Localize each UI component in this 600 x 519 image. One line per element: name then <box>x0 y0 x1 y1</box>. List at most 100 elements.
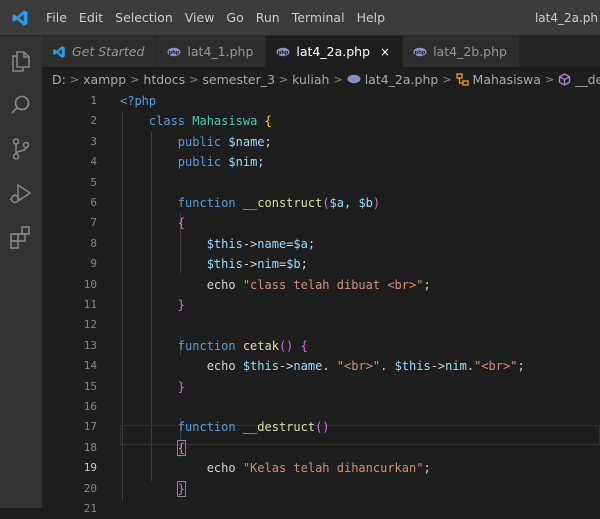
breadcrumb-item[interactable]: __destruct <box>575 72 600 87</box>
line-number: 19 <box>83 461 97 475</box>
php-file-icon <box>347 74 361 84</box>
breadcrumb-item[interactable]: lat4_2a.php <box>365 72 439 87</box>
code-editor[interactable]: 1 <?php 2 class Mahasiswa { 3 public $nam… <box>42 91 600 515</box>
tab-label: lat4_2a.php <box>296 44 371 59</box>
code-line: 15 } <box>42 377 600 397</box>
menu-run[interactable]: Run <box>250 0 286 36</box>
code-text: $this->name=$a; <box>206 236 316 251</box>
line-number: 3 <box>90 134 97 148</box>
line-number: 18 <box>83 440 97 454</box>
menu-bar: File Edit Selection View Go Run Terminal… <box>0 0 600 36</box>
menu-edit[interactable]: Edit <box>73 0 109 36</box>
php-file-icon: php <box>276 47 290 57</box>
run-debug-icon[interactable] <box>8 180 34 206</box>
line-number: 6 <box>90 196 97 209</box>
code-text: echo "Kelas telah dihancurkan"; <box>120 461 431 476</box>
svg-text:php: php <box>415 50 426 56</box>
breadcrumb-item[interactable]: semester_3 <box>202 72 275 87</box>
code-text: } <box>177 379 186 394</box>
chevron-right-icon: > <box>130 72 140 86</box>
code-text: } <box>177 298 186 312</box>
code-text: function __construct($a, $b) <box>177 196 381 210</box>
code-text: <?php <box>120 94 157 108</box>
line-number: 9 <box>90 257 97 271</box>
line-number: 7 <box>90 216 97 230</box>
code-line: 20 } <box>42 479 600 499</box>
line-number: 12 <box>83 318 97 332</box>
menu-help[interactable]: Help <box>351 0 392 36</box>
breadcrumb-item[interactable]: xampp <box>83 72 126 87</box>
breadcrumb: D: > xampp > htdocs > semester_3 > kulia… <box>42 67 600 91</box>
code-text: { <box>176 439 187 456</box>
code-line: 4 public $nim; <box>42 152 600 172</box>
tab-lat4-2b[interactable]: php lat4_2b.php <box>403 36 520 67</box>
chevron-right-icon: > <box>189 72 199 86</box>
vscode-logo-icon <box>52 45 66 59</box>
tab-get-started[interactable]: Get Started <box>42 36 158 67</box>
line-number: 21 <box>83 502 97 515</box>
menu-view[interactable]: View <box>179 0 221 36</box>
code-text: public $nim; <box>177 155 265 170</box>
tab-lat4-1[interactable]: php lat4_1.php <box>157 36 267 67</box>
code-line: 9 $this->nim=$b; <box>42 254 600 274</box>
line-number: 4 <box>90 155 97 169</box>
code-line: 17 function __destruct() <box>42 417 600 437</box>
code-text: } <box>176 480 187 497</box>
activity-bar <box>0 36 42 508</box>
chevron-right-icon: > <box>69 72 80 86</box>
line-number: 15 <box>83 379 97 393</box>
code-text: echo "class telah dibuat <br>"; <box>120 277 431 292</box>
tab-label: lat4_2b.php <box>433 44 507 59</box>
line-number: 10 <box>83 277 97 291</box>
menu-terminal[interactable]: Terminal <box>286 0 351 36</box>
breadcrumb-item[interactable]: Mahasiswa <box>473 72 541 87</box>
line-number: 13 <box>83 338 97 352</box>
editor-tabs: Get Started php lat4_1.php php lat4_2a.p… <box>42 36 600 67</box>
tab-label: Get Started <box>72 44 145 59</box>
svg-text:php: php <box>278 50 289 56</box>
method-symbol-icon <box>558 72 571 86</box>
extensions-icon[interactable] <box>8 224 34 250</box>
line-number: 14 <box>83 359 97 373</box>
code-line: 1 <?php <box>42 91 600 111</box>
menu-go[interactable]: Go <box>220 0 249 36</box>
code-text: public $name; <box>177 134 272 149</box>
breadcrumb-item[interactable]: kuliah <box>292 72 329 87</box>
code-line: 21 <box>42 499 600 519</box>
tab-lat4-2a[interactable]: php lat4_2a.php × <box>266 36 404 67</box>
close-icon[interactable]: × <box>380 45 390 59</box>
chevron-right-icon: > <box>442 72 452 86</box>
code-text: function cetak() { <box>177 338 308 353</box>
line-number: 5 <box>90 175 97 189</box>
search-icon[interactable] <box>8 92 34 118</box>
php-file-icon: php <box>167 47 181 57</box>
code-line: 7 { <box>42 213 600 233</box>
code-line: 5 <box>42 173 600 193</box>
code-text: class Mahasiswa { <box>148 114 272 129</box>
menu-file[interactable]: File <box>40 0 73 36</box>
window-title: lat4_2a.ph <box>534 11 598 25</box>
code-line: 6 function __construct($a, $b) <box>42 193 600 213</box>
chevron-right-icon: > <box>333 72 343 86</box>
line-number: 16 <box>83 400 97 413</box>
php-file-icon: php <box>413 47 427 57</box>
tab-label: lat4_1.php <box>187 44 254 59</box>
vscode-logo-icon <box>0 0 40 36</box>
code-line: 13 function cetak() { <box>42 336 600 356</box>
class-symbol-icon <box>455 72 469 86</box>
code-line: 3 public $name; <box>42 132 600 152</box>
source-control-icon[interactable] <box>8 136 34 162</box>
code-line: 10 echo "class telah dibuat <br>"; <box>42 275 600 295</box>
code-line: 18 { <box>42 438 600 458</box>
line-number: 17 <box>83 420 97 434</box>
breadcrumb-item[interactable]: D: <box>52 72 66 87</box>
breadcrumb-item[interactable]: htdocs <box>143 72 185 87</box>
explorer-icon[interactable] <box>8 48 34 74</box>
code-line: 2 class Mahasiswa { <box>42 111 600 131</box>
line-number: 1 <box>90 94 97 107</box>
chevron-right-icon: > <box>544 72 555 86</box>
line-number: 2 <box>90 114 97 128</box>
code-text: $this->nim=$b; <box>206 257 308 272</box>
menu-selection[interactable]: Selection <box>109 0 179 36</box>
code-text: { <box>177 216 186 231</box>
